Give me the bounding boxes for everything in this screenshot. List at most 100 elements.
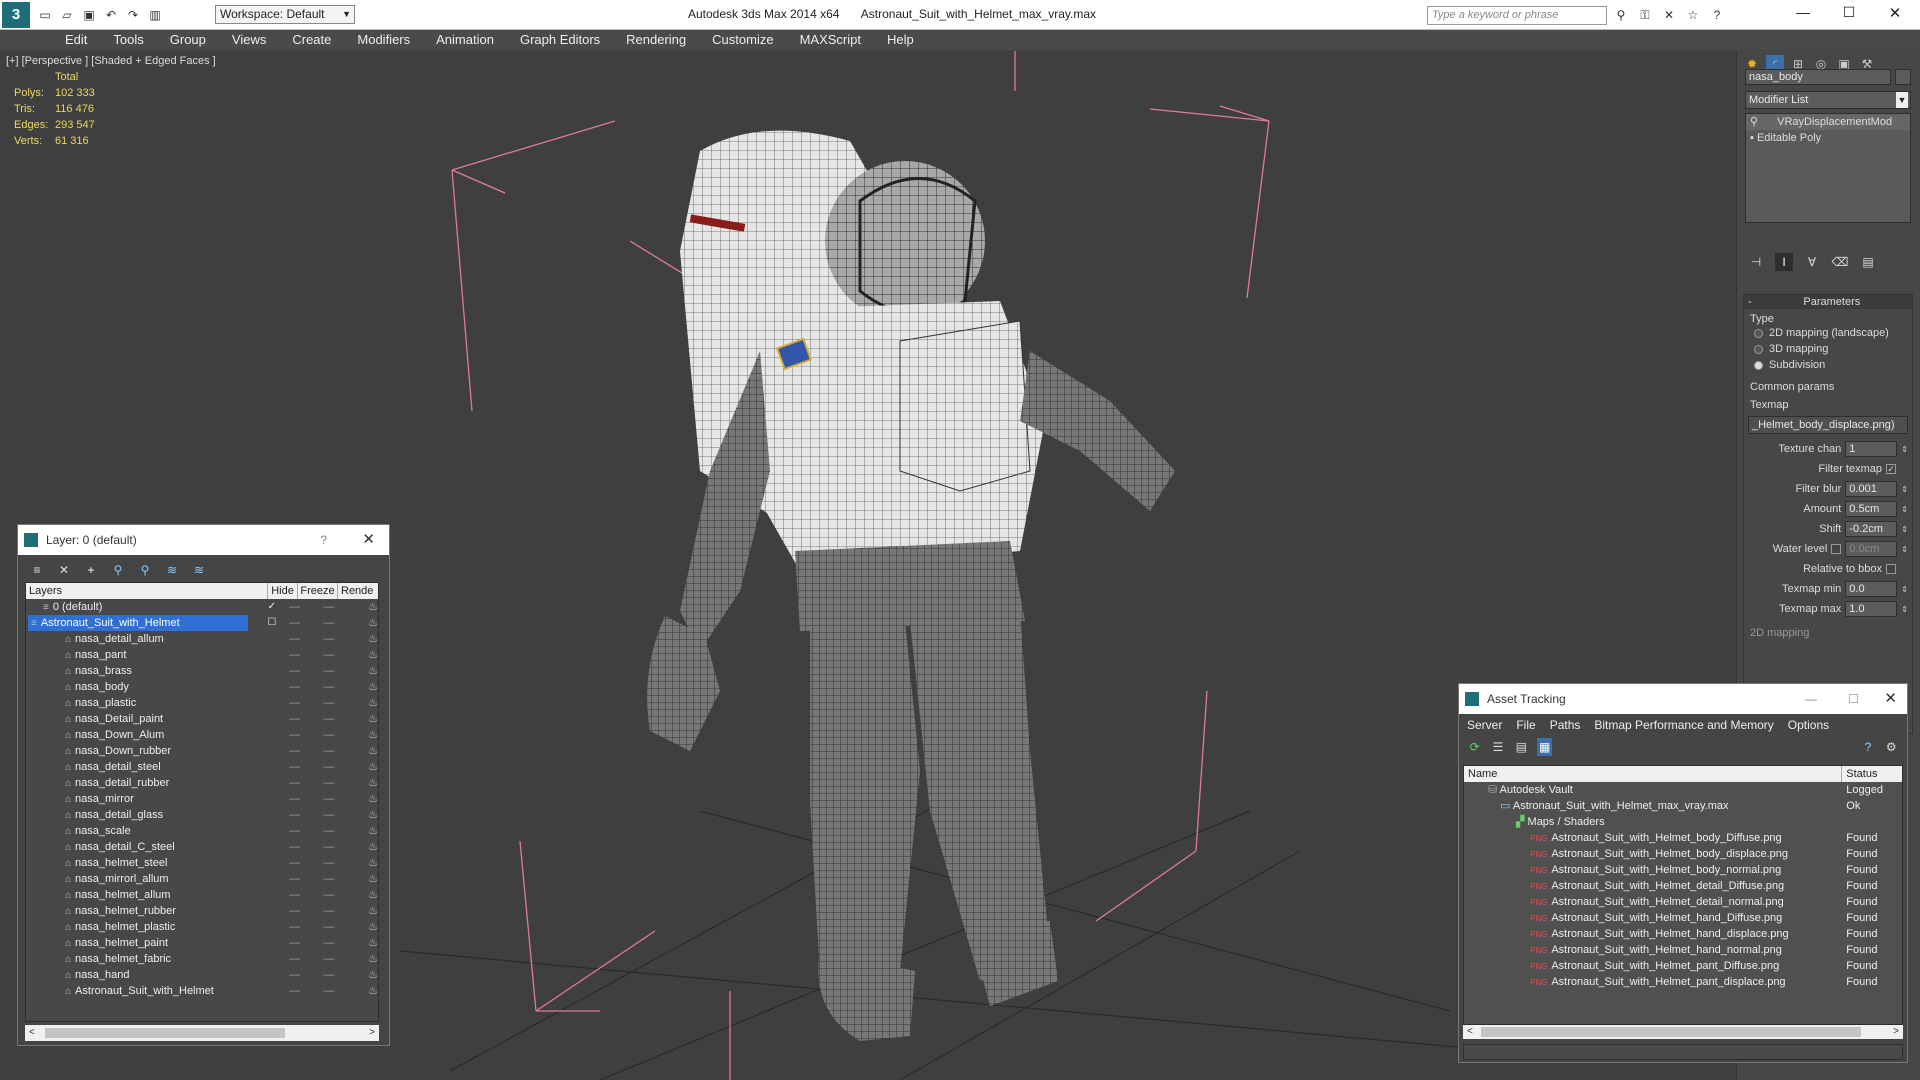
render-teapot-icon[interactable]: ♨ <box>349 983 378 999</box>
delete-layer-icon[interactable]: ✕ <box>55 561 73 579</box>
hide-toggle[interactable]: — <box>280 823 309 839</box>
menu-rendering[interactable]: Rendering <box>613 30 699 50</box>
scroll-left-icon[interactable]: < <box>25 1027 35 1038</box>
settings-icon[interactable]: ⚙ <box>1884 738 1899 756</box>
spinner-arrows-icon[interactable]: ⇕ <box>1901 505 1908 514</box>
texmap-button[interactable]: _Helmet_body_displace.png) <box>1748 416 1908 434</box>
hide-toggle[interactable]: — <box>280 919 309 935</box>
render-teapot-icon[interactable]: ♨ <box>349 919 378 935</box>
hide-toggle[interactable]: — <box>280 887 309 903</box>
search-input[interactable]: Type a keyword or phrase <box>1427 6 1607 25</box>
layer-current-cell[interactable] <box>264 951 280 967</box>
render-teapot-icon[interactable]: ♨ <box>349 791 378 807</box>
menu-edit[interactable]: Edit <box>52 30 100 50</box>
scroll-left-icon[interactable]: < <box>1463 1026 1473 1037</box>
layer-current-cell[interactable] <box>264 743 280 759</box>
binoculars-icon[interactable]: ⚲ <box>1612 6 1630 24</box>
layer-current-cell[interactable] <box>264 679 280 695</box>
layer-object-row[interactable]: ⌂ nasa_mirror — — ♨ <box>26 791 378 807</box>
render-teapot-icon[interactable]: ♨ <box>349 967 378 983</box>
filter-blur-spinner[interactable]: 0.001 <box>1845 481 1898 497</box>
asset-window-titlebar[interactable]: Asset Tracking — ☐ ✕ <box>1459 684 1907 714</box>
type-option[interactable]: 3D mapping <box>1754 341 1912 357</box>
hide-toggle[interactable]: — <box>280 759 309 775</box>
layer-object-row[interactable]: ⌂ nasa_helmet_steel — — ♨ <box>26 855 378 871</box>
render-teapot-icon[interactable]: ♨ <box>349 599 378 615</box>
spinner-arrows-icon[interactable]: ⇕ <box>1901 545 1908 554</box>
tree-view-icon[interactable]: ▤ <box>1514 738 1529 756</box>
show-end-result-icon[interactable]: I <box>1775 253 1793 271</box>
layer-current-cell[interactable] <box>264 967 280 983</box>
radio-icon[interactable] <box>1754 344 1763 354</box>
render-teapot-icon[interactable]: ♨ <box>349 935 378 951</box>
layer-hscrollbar[interactable]: < > <box>25 1025 379 1041</box>
highlight-layer-icon[interactable]: ⚲ <box>136 561 154 579</box>
asset-row-map[interactable]: PNG Astronaut_Suit_with_Helmet_body_displ… <box>1464 846 1902 862</box>
freeze-toggle[interactable]: — <box>309 919 348 935</box>
layer-current-cell[interactable] <box>264 727 280 743</box>
layer-current-cell[interactable] <box>264 647 280 663</box>
asset-row-vault[interactable]: ⛁ Autodesk Vault Logged <box>1464 782 1902 798</box>
freeze-toggle[interactable]: — <box>309 615 348 631</box>
asset-list[interactable]: Name Status ⛁ Autodesk Vault Logged ▭ As… <box>1463 765 1903 1025</box>
layer-object-row[interactable]: ⌂ nasa_plastic — — ♨ <box>26 695 378 711</box>
layer-current-cell[interactable] <box>264 663 280 679</box>
hide-toggle[interactable]: — <box>280 711 309 727</box>
menu-animation[interactable]: Animation <box>423 30 507 50</box>
render-teapot-icon[interactable]: ♨ <box>349 727 378 743</box>
layer-current-cell[interactable] <box>264 823 280 839</box>
layer-object-row[interactable]: ⌂ nasa_helmet_plastic — — ♨ <box>26 919 378 935</box>
checkbox-icon[interactable] <box>1886 564 1896 574</box>
layer-object-row[interactable]: ⌂ nasa_detail_glass — — ♨ <box>26 807 378 823</box>
layer-object-row[interactable]: ⌂ nasa_scale — — ♨ <box>26 823 378 839</box>
layer-object-row[interactable]: ⌂ nasa_helmet_paint — — ♨ <box>26 935 378 951</box>
layer-object-row[interactable]: ⌂ nasa_mirrorl_allum — — ♨ <box>26 871 378 887</box>
help-icon[interactable]: ? <box>1860 738 1875 756</box>
asset-row-map[interactable]: PNG Astronaut_Suit_with_Helmet_hand_Diffu… <box>1464 910 1902 926</box>
add-to-layer-icon[interactable]: + <box>82 561 100 579</box>
layer-object-row[interactable]: ⌂ nasa_body — — ♨ <box>26 679 378 695</box>
freeze-toggle[interactable]: — <box>309 855 348 871</box>
stack-item-editable-poly[interactable]: ▪ Editable Poly <box>1746 130 1910 146</box>
menu-customize[interactable]: Customize <box>699 30 786 50</box>
freeze-toggle[interactable]: — <box>309 903 348 919</box>
render-teapot-icon[interactable]: ♨ <box>349 823 378 839</box>
pin-stack-icon[interactable]: ⊣ <box>1747 253 1765 271</box>
stack-item-vray[interactable]: ⚲ VRayDisplacementMod <box>1746 114 1910 130</box>
freeze-toggle[interactable]: — <box>309 983 348 999</box>
radio-checked-icon[interactable] <box>1754 360 1763 370</box>
maximize-icon[interactable]: ☐ <box>1848 684 1859 714</box>
asset-row-map[interactable]: PNG Astronaut_Suit_with_Helmet_body_Diffu… <box>1464 830 1902 846</box>
col-render[interactable]: Rende <box>338 583 378 599</box>
freeze-toggle[interactable]: — <box>309 967 348 983</box>
parameters-header[interactable]: - Parameters <box>1744 295 1912 309</box>
asset-menu-options[interactable]: Options <box>1788 718 1829 732</box>
asset-hscrollbar[interactable]: < > <box>1463 1025 1903 1039</box>
layer-current-cell[interactable]: ✓ <box>264 599 280 615</box>
asset-row-maps[interactable]: ▞ Maps / Shaders <box>1464 814 1902 830</box>
type-option[interactable]: Subdivision <box>1754 357 1912 373</box>
layer-current-cell[interactable] <box>264 887 280 903</box>
scroll-thumb[interactable] <box>45 1028 285 1038</box>
texture-chan-spinner[interactable]: 1 <box>1845 441 1898 457</box>
open-file-icon[interactable]: ▱ <box>58 6 76 24</box>
save-icon[interactable]: ▣ <box>80 6 98 24</box>
hide-toggle[interactable]: — <box>280 727 309 743</box>
list-view-icon[interactable]: ☰ <box>1490 738 1505 756</box>
freeze-toggle[interactable]: — <box>309 647 348 663</box>
render-teapot-icon[interactable]: ♨ <box>349 695 378 711</box>
col-freeze[interactable]: Freeze <box>298 583 338 599</box>
render-teapot-icon[interactable]: ♨ <box>349 807 378 823</box>
render-teapot-icon[interactable]: ♨ <box>349 663 378 679</box>
minimize-icon[interactable]: — <box>1805 684 1817 714</box>
hide-toggle[interactable]: — <box>280 935 309 951</box>
asset-menu-bitmap-performance-and-memory[interactable]: Bitmap Performance and Memory <box>1594 718 1773 732</box>
hide-toggle[interactable]: — <box>280 855 309 871</box>
star-icon[interactable]: ☆ <box>1684 6 1702 24</box>
render-teapot-icon[interactable]: ♨ <box>349 631 378 647</box>
workspace-dropdown[interactable]: Workspace: Default ▼ <box>215 5 355 24</box>
layer-object-row[interactable]: ⌂ nasa_detail_allum — — ♨ <box>26 631 378 647</box>
asset-row-map[interactable]: PNG Astronaut_Suit_with_Helmet_body_norma… <box>1464 862 1902 878</box>
hide-toggle[interactable]: — <box>280 775 309 791</box>
asset-row-map[interactable]: PNG Astronaut_Suit_with_Helmet_detail_Dif… <box>1464 878 1902 894</box>
